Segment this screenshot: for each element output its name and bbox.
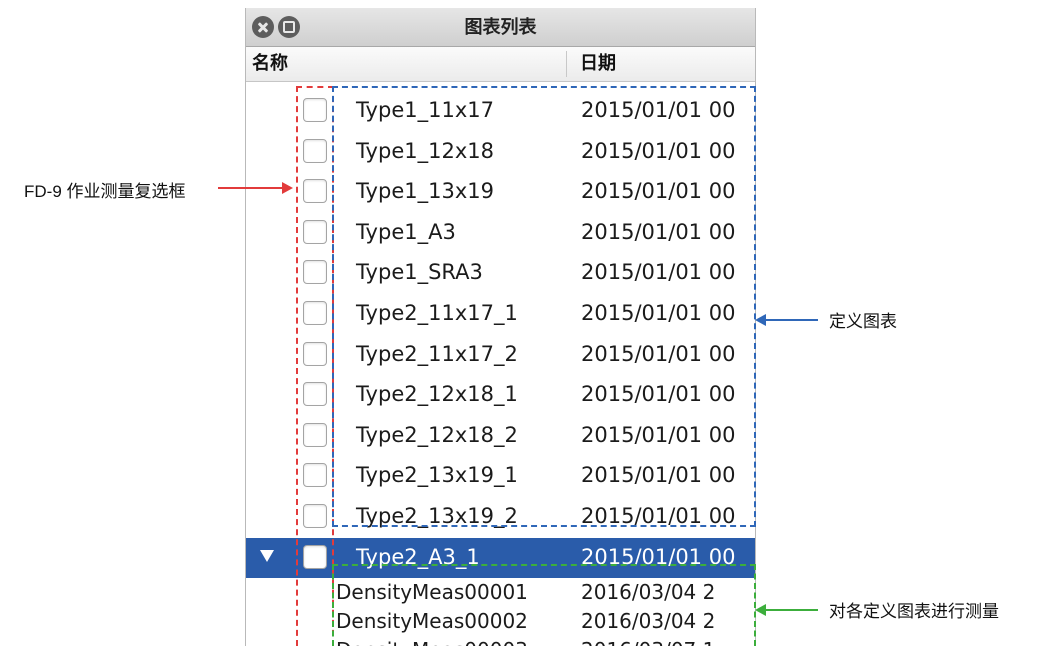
defined-charts-highlight	[332, 86, 756, 527]
callout-charts-arrow-icon	[755, 314, 766, 326]
callout-charts-line	[766, 319, 818, 321]
measurements-highlight	[332, 564, 756, 646]
title-bar: 图表列表	[246, 8, 755, 47]
checkbox-column-highlight	[296, 86, 334, 646]
column-divider[interactable]	[566, 51, 567, 77]
callout-checkbox-line	[218, 187, 282, 189]
disclosure-triangle-icon[interactable]	[260, 549, 274, 562]
column-header: 名称 日期	[246, 47, 755, 82]
callout-measure-arrow-icon	[755, 604, 766, 616]
column-header-name[interactable]: 名称	[252, 47, 288, 81]
column-header-date[interactable]: 日期	[580, 47, 616, 81]
callout-measure-label: 对各定义图表进行测量	[829, 602, 999, 621]
callout-checkbox-arrow-icon	[282, 182, 293, 194]
callout-measure-line	[766, 609, 818, 611]
window-title: 图表列表	[464, 17, 537, 38]
callout-checkbox-label: FD-9 作业测量复选框	[24, 182, 186, 201]
callout-charts-label: 定义图表	[829, 312, 897, 331]
